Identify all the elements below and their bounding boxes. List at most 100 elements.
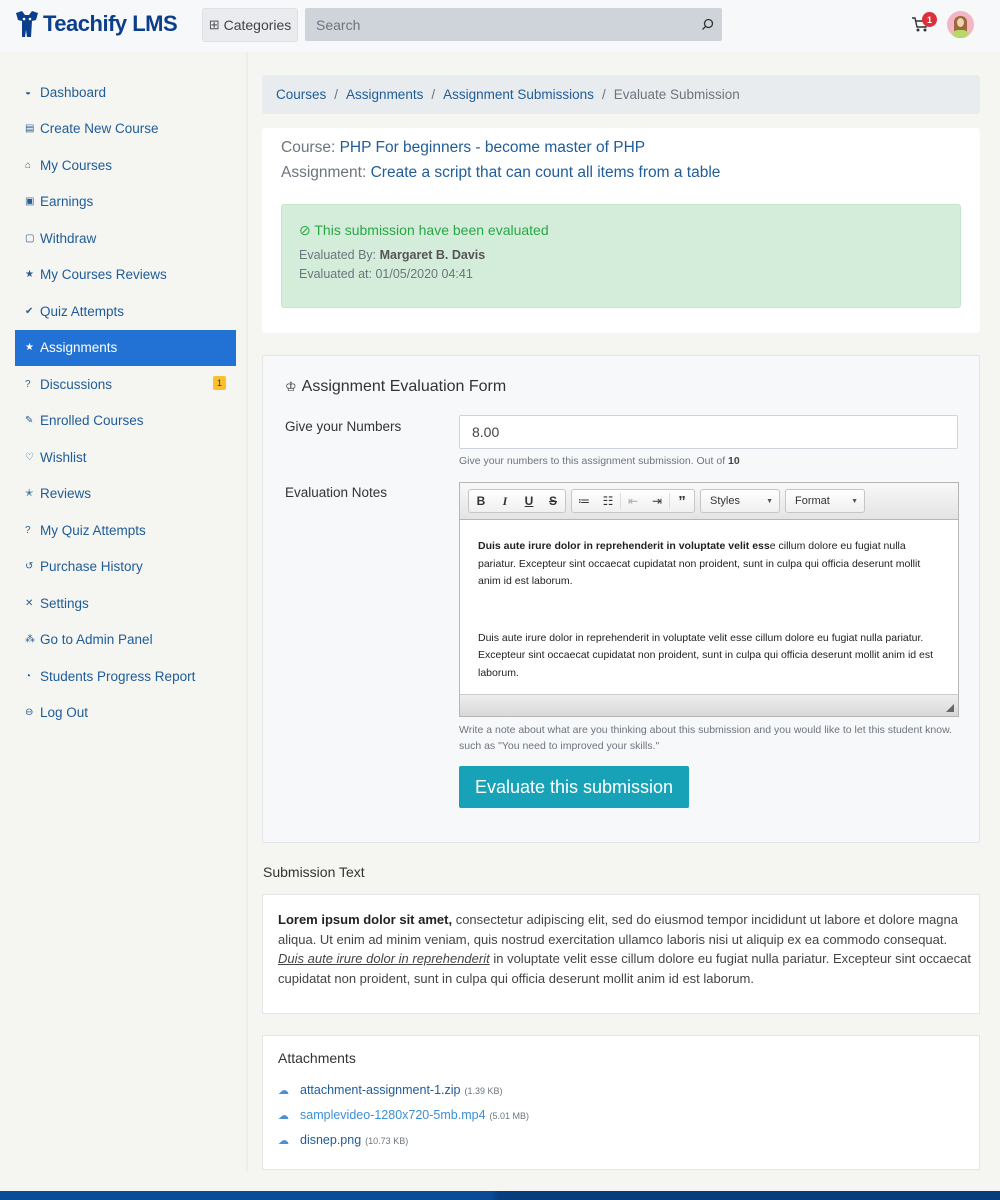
sidebar-item-label: Enrolled Courses <box>40 413 144 429</box>
sidebar-item-assignments[interactable]: ★ Assignments <box>15 329 236 366</box>
resize-handle-icon[interactable] <box>946 704 954 712</box>
breadcrumb-current: Evaluate Submission <box>613 87 740 102</box>
styles-label: Styles <box>710 495 740 507</box>
numbered-list-icon[interactable]: ≔ <box>572 494 596 508</box>
numbers-max: 10 <box>728 455 740 467</box>
assignment-link[interactable]: Create a script that can count all items… <box>371 164 721 181</box>
attachments-card: Attachments ☁ attachment-assignment-1.zi… <box>262 1035 980 1170</box>
edit-icon: ✎ <box>25 415 34 427</box>
format-label: Format <box>795 495 830 507</box>
blockquote-icon[interactable]: ” <box>670 493 694 510</box>
notes-editor-content[interactable]: Duis aute irure dolor in reprehenderit i… <box>460 520 958 694</box>
sidebar-item-wishlist[interactable]: ♡ Wishlist <box>15 439 236 476</box>
attachment-link[interactable]: disnep.png <box>300 1133 361 1147</box>
sidebar-item-earnings[interactable]: ▣ Earnings <box>15 184 236 221</box>
breadcrumb-courses[interactable]: Courses <box>276 87 326 102</box>
grid-icon: ⊞ <box>208 17 220 32</box>
tools-icon: ✕ <box>25 597 34 609</box>
sidebar-item-label: Go to Admin Panel <box>40 632 153 648</box>
evaluated-alert: ⊘ This submission have been evaluated Ev… <box>281 204 961 308</box>
sidebar-item-purchase-history[interactable]: ↺ Purchase History <box>15 549 236 586</box>
sidebar-item-quiz-attempts[interactable]: ✔ Quiz Attempts <box>15 293 236 330</box>
course-link[interactable]: PHP For beginners - become master of PHP <box>340 139 646 156</box>
sidebar: ◒ Dashboard ▤ Create New Course ⌂ My Course… <box>0 52 248 1172</box>
attachment-link[interactable]: samplevideo-1280x720-5mb.mp4 <box>300 1108 486 1122</box>
sidebar-item-create-new-course[interactable]: ▤ Create New Course <box>15 111 236 148</box>
numbers-label: Give your Numbers <box>285 419 402 434</box>
course-line: Course: PHP For beginners - become maste… <box>281 139 645 157</box>
attachment-item: ☁ disnep.png (10.73 KB) <box>278 1133 408 1147</box>
editor-toolbar: B I U S ≔ ☷ ⇤ ⇥ ” Styles ▼ Format ▼ <box>460 483 958 520</box>
attachment-size: (5.01 MB) <box>489 1111 530 1121</box>
outdent-icon[interactable]: ⇤ <box>621 494 645 508</box>
check-circle-icon: ⊘ <box>299 222 311 238</box>
breadcrumb-assignment-submissions[interactable]: Assignment Submissions <box>443 87 594 102</box>
breadcrumb-separator: / <box>334 87 339 102</box>
sidebar-item-admin-panel[interactable]: ⁂ Go to Admin Panel <box>15 622 236 659</box>
notes-paragraph: Duis aute irure dolor in reprehenderit i… <box>478 538 940 591</box>
star-icon: ★ <box>25 342 34 354</box>
notes-label: Evaluation Notes <box>285 485 388 500</box>
sidebar-item-log-out[interactable]: ⊖ Log Out <box>15 695 236 732</box>
sidebar-item-label: Discussions <box>40 376 113 392</box>
network-icon: ⁂ <box>25 634 35 646</box>
notes-help: Write a note about what are you thinking… <box>459 724 953 752</box>
sidebar-item-label: Withdraw <box>40 230 97 246</box>
sidebar-item-label: Reviews <box>40 486 92 502</box>
sidebar-item-label: My Courses Reviews <box>40 267 167 283</box>
sidebar-item-withdraw[interactable]: ▢ Withdraw <box>15 220 236 257</box>
sidebar-item-label: My Quiz Attempts <box>40 522 146 538</box>
caret-down-icon: ▼ <box>851 497 858 505</box>
graduation-cap-icon: ⌂ <box>25 159 32 171</box>
sidebar-item-students-progress-report[interactable]: ◔ Students Progress Report <box>15 658 236 695</box>
strikethrough-button[interactable]: S <box>541 494 565 508</box>
categories-button[interactable]: ⊞ Categories <box>202 8 298 42</box>
elephant-logo-icon <box>16 11 38 37</box>
sidebar-item-discussions[interactable]: ? Discussions 1 <box>15 366 236 403</box>
indent-icon[interactable]: ⇥ <box>645 494 669 508</box>
submission-bold-text: Lorem ipsum dolor sit amet, <box>278 912 453 927</box>
money-icon: ▣ <box>25 196 35 208</box>
numbers-input[interactable] <box>459 415 958 449</box>
attachment-item: ☁ samplevideo-1280x720-5mb.mp4 (5.01 MB) <box>278 1108 529 1122</box>
sidebar-item-label: My Courses <box>40 157 113 173</box>
create-course-icon: ▤ <box>25 123 35 135</box>
sidebar-item-label: Settings <box>40 595 89 611</box>
evaluate-submission-button[interactable]: Evaluate this submission <box>459 766 689 808</box>
brand-logo[interactable]: Teachify LMS <box>14 10 178 38</box>
format-dropdown[interactable]: Format ▼ <box>785 489 865 513</box>
submission-text: Lorem ipsum dolor sit amet, consectetur … <box>278 910 973 988</box>
evaluator-name: Margaret B. Davis <box>379 248 486 262</box>
sidebar-item-label: Create New Course <box>40 121 159 137</box>
breadcrumb-separator: / <box>601 87 606 102</box>
discussions-badge: 1 <box>213 376 226 390</box>
wallet-icon: ▢ <box>25 232 35 244</box>
chart-pie-icon: ◔ <box>25 670 32 682</box>
sidebar-item-my-courses[interactable]: ⌂ My Courses <box>15 147 236 184</box>
underline-button[interactable]: U <box>517 494 541 508</box>
sidebar-item-enrolled-courses[interactable]: ✎ Enrolled Courses <box>15 403 236 440</box>
search-icon[interactable] <box>692 18 722 31</box>
attachment-link[interactable]: attachment-assignment-1.zip <box>300 1083 461 1097</box>
evaluation-form: ♔ Assignment Evaluation Form Give your N… <box>262 355 980 843</box>
sidebar-item-my-quiz-attempts[interactable]: ? My Quiz Attempts <box>15 512 236 549</box>
user-avatar[interactable] <box>947 11 974 38</box>
question-icon: ? <box>25 524 31 536</box>
bold-button[interactable]: B <box>469 494 493 508</box>
logout-icon: ⊖ <box>25 707 34 719</box>
sidebar-item-reviews[interactable]: ✭ Reviews <box>15 476 236 513</box>
categories-label: Categories <box>223 17 292 33</box>
attachment-item: ☁ attachment-assignment-1.zip (1.39 KB) <box>278 1083 503 1097</box>
styles-dropdown[interactable]: Styles ▼ <box>700 489 780 513</box>
italic-button[interactable]: I <box>493 494 517 509</box>
search-input[interactable] <box>305 16 692 33</box>
sidebar-item-settings[interactable]: ✕ Settings <box>15 585 236 622</box>
sidebar-item-my-courses-reviews[interactable]: ★ My Courses Reviews <box>15 257 236 294</box>
alert-title-text: This submission have been evaluated <box>314 222 549 238</box>
breadcrumb-assignments[interactable]: Assignments <box>346 87 423 102</box>
form-title: ♔ Assignment Evaluation Form <box>285 378 506 396</box>
sidebar-item-dashboard[interactable]: ◒ Dashboard <box>15 74 236 111</box>
question-icon: ? <box>25 378 31 390</box>
bullet-list-icon[interactable]: ☷ <box>596 494 620 508</box>
dashboard-icon: ◒ <box>25 86 32 98</box>
